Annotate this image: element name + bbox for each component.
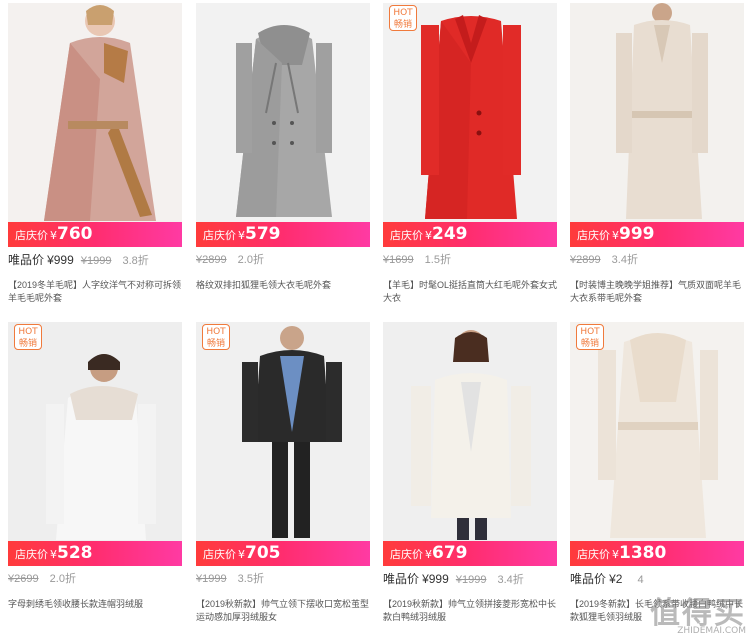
currency-symbol: ¥: [238, 548, 245, 561]
price-label: 店庆价: [577, 229, 610, 242]
price-meta: ¥2899 3.4折: [570, 250, 744, 270]
sale-price: 760: [57, 224, 93, 244]
product-title[interactable]: 【2019秋新款】帅气立领下摆收口宽松茧型运动感加厚羽绒服女: [196, 598, 370, 624]
price-bar: 店庆价 ¥ 705: [196, 541, 370, 566]
original-price: ¥1999: [80, 255, 112, 267]
hot-badge: HOT 畅销: [389, 5, 417, 31]
watermark-sub: ZHIDEMAI.COM: [677, 626, 746, 636]
product-image[interactable]: HOT 畅销 店庆价 ¥ 249: [383, 3, 557, 247]
product-title[interactable]: 【时装博主晚晚学姐推荐】气质双面呢羊毛大衣系带毛呢外套: [570, 279, 744, 305]
vip-label: 唯品价: [570, 572, 607, 586]
price-meta: ¥2699 2.0折: [8, 569, 182, 589]
price-meta: ¥2899 2.0折: [196, 250, 370, 270]
discount-text: 3.4折: [497, 574, 524, 586]
hot-badge-line1: HOT: [580, 327, 600, 337]
currency-symbol: ¥: [50, 229, 57, 242]
price-label: 店庆价: [390, 229, 423, 242]
discount-text: 4: [637, 574, 644, 586]
currency-symbol: ¥: [238, 229, 245, 242]
price-meta: ¥1999 3.5折: [196, 569, 370, 589]
price-bar: 店庆价 ¥ 760: [8, 222, 182, 247]
hot-badge: HOT 畅销: [202, 324, 230, 350]
hot-badge-line1: HOT: [206, 327, 226, 337]
currency-symbol: ¥: [612, 548, 619, 561]
original-price: ¥1999: [196, 573, 227, 585]
price-label: 店庆价: [577, 548, 610, 561]
original-price: ¥2699: [8, 573, 39, 585]
hot-badge-line1: HOT: [18, 327, 38, 337]
vip-label: 唯品价: [383, 572, 420, 586]
sale-price: 528: [57, 543, 93, 563]
price-bar: 店庆价 ¥ 249: [383, 222, 557, 247]
hot-badge-line2: 畅销: [580, 339, 599, 349]
sale-price: 679: [432, 543, 468, 563]
discount-text: 2.0折: [237, 254, 264, 266]
sale-price: 705: [245, 543, 281, 563]
hot-badge: HOT 畅销: [576, 324, 604, 350]
price-label: 店庆价: [390, 548, 423, 561]
sale-price: 579: [245, 224, 281, 244]
price-bar: 店庆价 ¥ 999: [570, 222, 744, 247]
original-price: ¥2899: [570, 254, 601, 266]
discount-text: 3.4折: [611, 254, 638, 266]
product-title[interactable]: 【2019冬羊毛呢】人字纹洋气不对称可拆领羊毛毛呢外套: [8, 279, 182, 305]
currency-symbol: ¥: [50, 548, 57, 561]
discount-text: 1.5折: [424, 254, 451, 266]
product-image[interactable]: 店庆价 ¥ 760: [8, 3, 182, 247]
hot-badge-line1: HOT: [393, 8, 413, 18]
vip-price: ¥2: [609, 572, 623, 586]
product-image[interactable]: 店庆价 ¥ 999: [570, 3, 744, 247]
price-meta: 唯品价 ¥999 ¥1999 3.8折: [8, 250, 182, 270]
vip-price: ¥999: [422, 572, 449, 586]
hot-badge-line2: 畅销: [18, 339, 37, 349]
product-image[interactable]: HOT 畅销 店庆价 ¥ 705: [196, 322, 370, 566]
product-title[interactable]: 字母刺绣毛领收腰长款连帽羽绒服: [8, 598, 182, 611]
product-image[interactable]: 店庆价 ¥ 679: [383, 322, 557, 566]
currency-symbol: ¥: [425, 229, 432, 242]
hot-badge-line2: 畅销: [393, 20, 412, 30]
discount-text: 3.5折: [237, 573, 264, 585]
price-meta: 唯品价 ¥999 ¥1999 3.4折: [383, 569, 557, 589]
sale-price: 249: [432, 224, 468, 244]
hot-badge: HOT 畅销: [14, 324, 42, 350]
original-price: ¥1999: [455, 574, 487, 586]
sale-price: 1380: [619, 543, 667, 563]
price-label: 店庆价: [203, 548, 236, 561]
price-meta: ¥1699 1.5折: [383, 250, 557, 270]
price-label: 店庆价: [15, 229, 48, 242]
original-price: ¥2899: [196, 254, 227, 266]
product-title[interactable]: 格纹双排扣狐狸毛领大衣毛呢外套: [196, 279, 370, 292]
product-image[interactable]: HOT 畅销 店庆价 ¥ 528: [8, 322, 182, 566]
original-price: ¥1699: [383, 254, 414, 266]
product-image[interactable]: 店庆价 ¥ 579: [196, 3, 370, 247]
discount-text: 2.0折: [49, 573, 76, 585]
price-bar: 店庆价 ¥ 528: [8, 541, 182, 566]
site-watermark: 值得买 ZHIDEMAI.COM: [650, 588, 746, 636]
product-title[interactable]: 【羊毛】时髦OL挺括直筒大红毛呢外套女式大衣: [383, 279, 557, 305]
price-label: 店庆价: [203, 229, 236, 242]
discount-text: 3.8折: [122, 255, 149, 267]
price-label: 店庆价: [15, 548, 48, 561]
vip-label: 唯品价: [8, 253, 45, 267]
currency-symbol: ¥: [612, 229, 619, 242]
price-bar: 店庆价 ¥ 679: [383, 541, 557, 566]
currency-symbol: ¥: [425, 548, 432, 561]
product-title[interactable]: 【2019秋新款】帅气立领拼接菱形宽松中长款白鸭绒羽绒服: [383, 598, 557, 624]
price-bar: 店庆价 ¥ 579: [196, 222, 370, 247]
vip-price: ¥999: [47, 253, 74, 267]
sale-price: 999: [619, 224, 655, 244]
price-bar: 店庆价 ¥ 1380: [570, 541, 744, 566]
price-meta: 唯品价 ¥2 4: [570, 569, 744, 589]
hot-badge-line2: 畅销: [206, 339, 225, 349]
product-image[interactable]: HOT 畅销 店庆价 ¥ 1380: [570, 322, 744, 566]
